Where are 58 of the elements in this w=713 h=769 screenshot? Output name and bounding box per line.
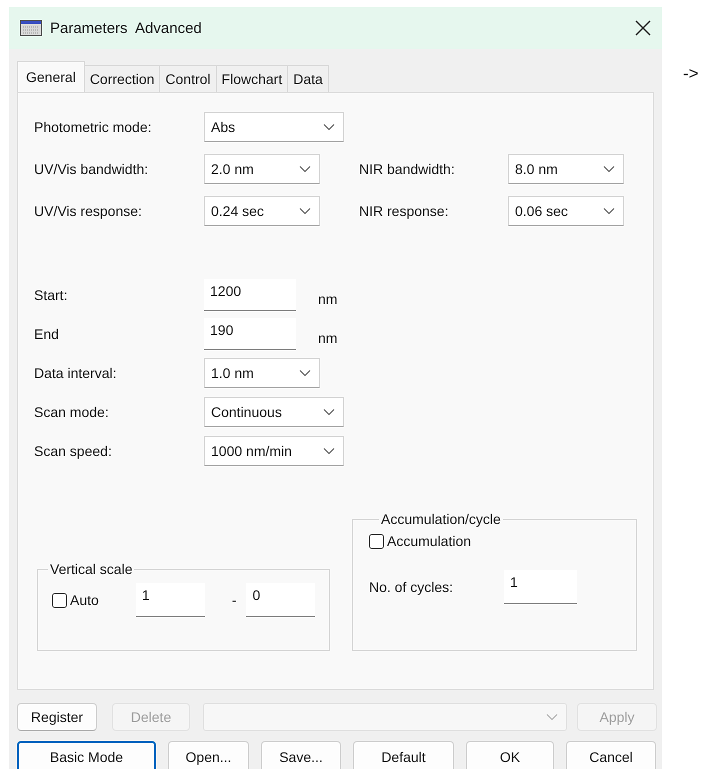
unit-label: nm — [318, 291, 338, 307]
dropdown[interactable]: 2.0 nm — [204, 154, 320, 184]
dropdown[interactable]: 0.06 sec — [508, 196, 624, 226]
dropdown[interactable]: 1000 nm/min — [204, 436, 344, 466]
dropdown[interactable]: Continuous — [204, 397, 344, 427]
chevron-down-icon — [299, 207, 311, 215]
tab[interactable]: Flowchart — [216, 65, 288, 92]
chevron-down-icon — [323, 408, 335, 416]
group-title: Vertical scale — [49, 561, 134, 577]
field-label: UV/Vis bandwidth: — [34, 161, 150, 177]
window-icon — [20, 20, 42, 36]
range-separator: - — [232, 592, 236, 608]
chevron-down-icon — [603, 207, 615, 215]
tab[interactable]: General — [17, 61, 85, 92]
dialog-button[interactable]: Save... — [261, 741, 341, 769]
chevron-down-icon — [299, 165, 311, 173]
field-label: End — [34, 326, 60, 342]
chevron-down-icon — [299, 369, 311, 377]
field-label: Photometric mode: — [34, 119, 152, 135]
number-field[interactable]: 1200 — [204, 279, 296, 311]
field-label: NIR response: — [359, 203, 450, 219]
field-label: No. of cycles: — [369, 578, 454, 594]
tab[interactable]: Correction — [84, 65, 160, 92]
dropdown[interactable]: Abs — [204, 112, 344, 142]
checkbox[interactable]: Auto — [52, 592, 99, 608]
dialog-button[interactable]: OK — [466, 741, 554, 769]
tab[interactable]: Control — [160, 65, 217, 92]
number-field[interactable]: 1 — [136, 583, 205, 617]
checkbox-square[interactable] — [369, 534, 384, 548]
number-field[interactable]: 1 — [504, 570, 577, 604]
field-label: UV/Vis response: — [34, 203, 143, 219]
field-label: Scan mode: — [34, 404, 110, 420]
field-label: Start: — [34, 287, 68, 303]
dialog-button[interactable]: Default — [353, 741, 454, 769]
chevron-down-icon — [323, 123, 335, 131]
field-label: Scan speed: — [34, 443, 113, 459]
number-field[interactable]: 0 — [246, 583, 316, 617]
number-field[interactable]: 190 — [204, 318, 296, 350]
arrow-text: -> — [683, 64, 699, 84]
dropdown[interactable]: 0.24 sec — [204, 196, 320, 226]
checkbox[interactable]: Accumulation — [369, 533, 472, 549]
unit-label: nm — [318, 330, 338, 346]
dropdown[interactable]: 1.0 nm — [204, 358, 320, 388]
dropdown[interactable]: 8.0 nm — [508, 154, 624, 184]
register-button[interactable]: Register — [17, 703, 97, 731]
field-label: Data interval: — [34, 365, 118, 381]
checkbox-square[interactable] — [52, 592, 67, 608]
dialog-button[interactable]: Open... — [168, 741, 249, 769]
window-title: Parameters Advanced — [50, 20, 203, 36]
tab[interactable]: Data — [288, 65, 329, 92]
chevron-down-icon — [546, 713, 558, 721]
field-label: NIR bandwidth: — [359, 161, 456, 177]
dialog-button[interactable]: Cancel — [566, 741, 656, 769]
close-icon[interactable] — [634, 19, 652, 37]
dialog-button[interactable]: Basic Mode — [17, 741, 156, 769]
chevron-down-icon — [603, 165, 615, 173]
group-title: Accumulation/cycle — [380, 511, 502, 527]
chevron-down-icon — [323, 447, 335, 455]
